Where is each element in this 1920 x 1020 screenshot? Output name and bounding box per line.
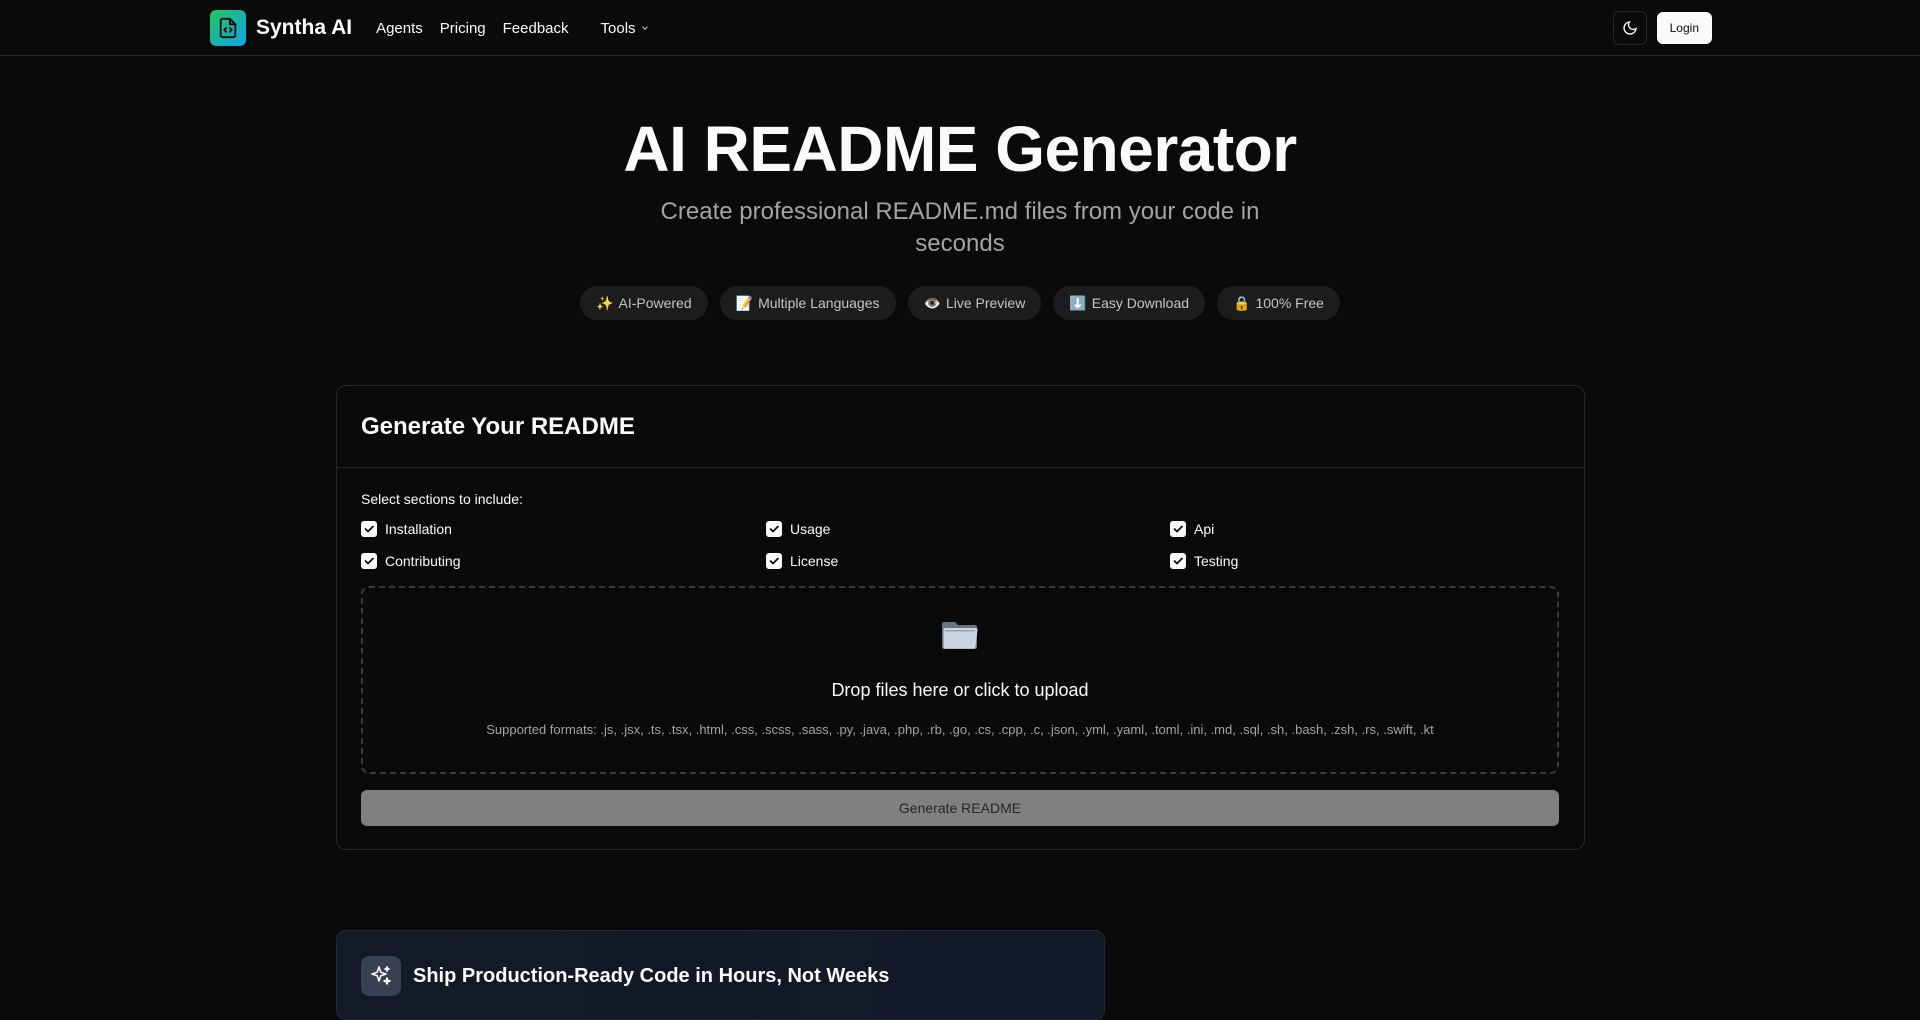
brand-logo-icon[interactable] — [210, 10, 246, 46]
checkbox-label: License — [790, 553, 839, 569]
nav-link-feedback[interactable]: Feedback — [503, 20, 569, 37]
badge-ai-powered: ✨ AI-Powered — [580, 286, 708, 320]
checkbox-checked-icon[interactable] — [766, 521, 782, 537]
checkbox-checked-icon[interactable] — [361, 553, 377, 569]
badge-label: Multiple Languages — [758, 295, 880, 311]
badge-label: Easy Download — [1091, 295, 1190, 311]
checkbox-usage[interactable]: Usage — [766, 521, 830, 537]
nav-link-agents[interactable]: Agents — [376, 20, 423, 37]
badge-multiple-languages: 📝 Multiple Languages — [719, 286, 896, 320]
file-dropzone[interactable]: Drop files here or click to upload Suppo… — [361, 586, 1559, 774]
download-arrow-icon: ⬇️ — [1069, 294, 1087, 311]
supported-formats: Supported formats: .js, .jsx, .ts, .tsx,… — [486, 722, 1434, 737]
badge-live-preview: 👁️ Live Preview — [907, 286, 1042, 320]
generator-card-header: Generate Your README — [337, 386, 1584, 468]
tools-dropdown[interactable]: Tools — [601, 20, 650, 37]
promo-title: Ship Production-Ready Code in Hours, Not… — [413, 965, 890, 987]
chevron-down-icon — [641, 26, 648, 30]
login-button[interactable]: Login — [1656, 12, 1712, 44]
memo-icon: 📝 — [735, 294, 754, 311]
page-subtitle: Create professional README.md files from… — [660, 198, 1260, 257]
checkbox-label: Contributing — [385, 553, 461, 569]
dropzone-title: Drop files here or click to upload — [831, 680, 1089, 700]
theme-toggle-button[interactable] — [1612, 11, 1647, 45]
eye-icon: 👁️ — [923, 294, 941, 311]
promo-card: Ship Production-Ready Code in Hours, Not… — [336, 930, 1105, 1020]
badge-label: AI-Powered — [618, 295, 692, 311]
sparkles-icon: ✨ — [596, 294, 614, 311]
checkbox-testing[interactable]: Testing — [1170, 553, 1238, 569]
badge-easy-download: ⬇️ Easy Download — [1053, 286, 1206, 320]
tools-label: Tools — [600, 19, 636, 37]
checkbox-checked-icon[interactable] — [766, 553, 782, 569]
folder-icon — [363, 616, 1557, 652]
checkbox-installation[interactable]: Installation — [361, 521, 452, 537]
moon-icon — [1623, 21, 1637, 35]
checkbox-label: Usage — [790, 521, 831, 537]
checkbox-checked-icon[interactable] — [1170, 521, 1186, 537]
sections-label: Select sections to include: — [361, 491, 523, 507]
checkbox-label: Installation — [385, 521, 452, 537]
navbar-actions: Login — [1612, 11, 1712, 45]
checkbox-checked-icon[interactable] — [1170, 553, 1186, 569]
checkbox-api[interactable]: Api — [1170, 521, 1214, 537]
sparkles-icon — [361, 956, 401, 996]
nav-link-pricing[interactable]: Pricing — [440, 20, 486, 37]
generator-card: Generate Your README Select sections to … — [336, 385, 1585, 850]
navbar-content: Syntha AI Agents Pricing Feedback Tools … — [210, 0, 1712, 56]
badge-label: Live Preview — [945, 295, 1026, 311]
checkbox-license[interactable]: License — [766, 553, 838, 569]
checkbox-label: Api — [1194, 521, 1215, 537]
checkbox-contributing[interactable]: Contributing — [361, 553, 461, 569]
badge-label: 100% Free — [1255, 295, 1324, 311]
generator-title: Generate Your README — [361, 412, 635, 440]
generate-readme-button[interactable]: Generate README — [361, 790, 1559, 826]
top-navbar: Syntha AI Agents Pricing Feedback Tools … — [0, 0, 1920, 56]
brand-name[interactable]: Syntha AI — [256, 16, 352, 40]
badge-free: 🔒 100% Free — [1217, 286, 1340, 320]
feature-badges: ✨ AI-Powered 📝 Multiple Languages 👁️ Liv… — [0, 286, 1920, 320]
page-title: AI README Generator — [623, 113, 1297, 185]
lock-icon: 🔒 — [1233, 294, 1251, 311]
checkbox-checked-icon[interactable] — [361, 521, 377, 537]
checkbox-label: Testing — [1194, 553, 1239, 569]
